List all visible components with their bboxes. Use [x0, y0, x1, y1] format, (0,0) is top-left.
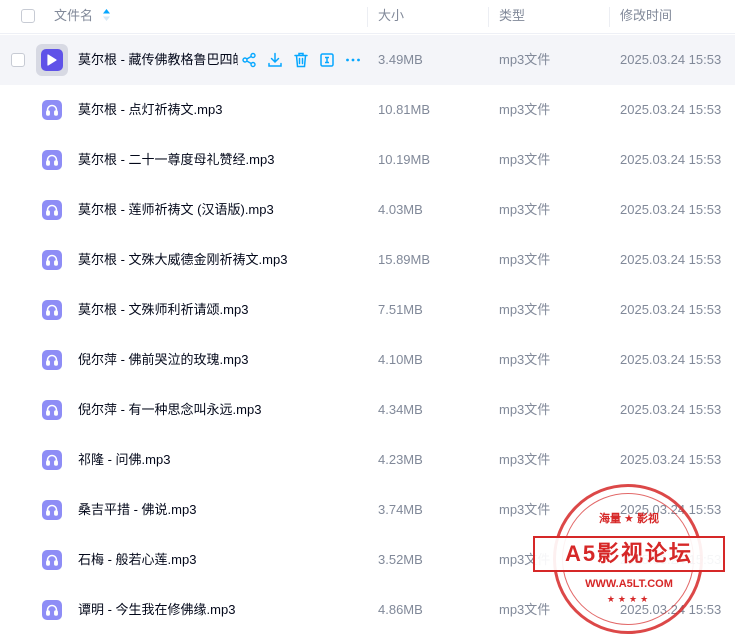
column-header-type[interactable]: 类型	[499, 0, 525, 34]
details-icon[interactable]	[318, 51, 336, 69]
file-size: 10.81MB	[378, 102, 431, 117]
file-type: mp3文件	[499, 552, 551, 567]
download-icon[interactable]	[266, 51, 284, 69]
file-name[interactable]: 莫尔根 - 莲师祈祷文 (汉语版).mp3	[78, 185, 274, 235]
share-icon[interactable]	[240, 51, 258, 69]
file-name[interactable]: 莫尔根 - 点灯祈祷文.mp3	[78, 85, 222, 135]
column-divider[interactable]	[609, 7, 610, 27]
file-modified-time: 2025.03.24 15:53	[620, 252, 722, 267]
file-row[interactable]: 倪尔萍 - 有一种思念叫永远.mp3 4.34MB mp3文件 2025.03.…	[0, 385, 735, 435]
audio-file-icon	[42, 400, 62, 420]
file-size: 3.74MB	[378, 502, 423, 517]
file-name[interactable]: 桑吉平措 - 佛说.mp3	[78, 485, 196, 535]
column-divider[interactable]	[488, 7, 489, 27]
audio-file-icon	[42, 450, 62, 470]
file-type: mp3文件	[499, 52, 551, 67]
file-name[interactable]: 倪尔萍 - 佛前哭泣的玫瑰.mp3	[78, 335, 248, 385]
file-size: 15.89MB	[378, 252, 431, 267]
column-header-size[interactable]: 大小	[378, 0, 404, 34]
file-row[interactable]: 祁隆 - 问佛.mp3 4.23MB mp3文件 2025.03.24 15:5…	[0, 435, 735, 485]
column-header-name[interactable]: 文件名	[54, 0, 110, 34]
file-list-header: 文件名 大小 类型 修改时间	[0, 0, 735, 34]
file-type: mp3文件	[499, 402, 551, 417]
file-size: 4.34MB	[378, 402, 423, 417]
file-name[interactable]: 莫尔根 - 文殊大威德金刚祈祷文.mp3	[78, 235, 287, 285]
file-type: mp3文件	[499, 602, 551, 617]
audio-file-icon	[42, 100, 62, 120]
audio-file-icon	[42, 350, 62, 370]
file-size: 3.52MB	[378, 552, 423, 567]
select-all-checkbox[interactable]	[21, 9, 35, 23]
file-row[interactable]: 倪尔萍 - 佛前哭泣的玫瑰.mp3 4.10MB mp3文件 2025.03.2…	[0, 335, 735, 385]
file-size: 10.19MB	[378, 152, 431, 167]
file-size: 3.49MB	[378, 52, 423, 67]
file-type: mp3文件	[499, 252, 551, 267]
file-row[interactable]: 桑吉平措 - 佛说.mp3 3.74MB mp3文件 2025.03.24 15…	[0, 485, 735, 535]
file-type: mp3文件	[499, 502, 551, 517]
file-type: mp3文件	[499, 152, 551, 167]
file-name[interactable]: 莫尔根 - 文殊师利祈请颂.mp3	[78, 285, 248, 335]
file-size: 4.86MB	[378, 602, 423, 617]
file-modified-time: 2025.03.24 15:53	[620, 452, 722, 467]
file-size: 4.03MB	[378, 202, 423, 217]
row-checkbox[interactable]	[11, 53, 25, 67]
file-row[interactable]: 莫尔根 - 文殊师利祈请颂.mp3 7.51MB mp3文件 2025.03.2…	[0, 285, 735, 335]
file-modified-time: 2025.03.24 15:53	[620, 52, 722, 67]
file-modified-time: 2025.03.24 15:53	[620, 402, 722, 417]
file-modified-time: 2025.03.24 15:53	[620, 202, 722, 217]
file-row[interactable]: 谭明 - 今生我在修佛缘.mp3 4.86MB mp3文件 2025.03.24…	[0, 585, 735, 635]
file-modified-time: 2025.03.24 15:53	[620, 602, 722, 617]
file-modified-time: 2025.03.24 15:53	[620, 552, 722, 567]
file-type: mp3文件	[499, 102, 551, 117]
audio-file-icon	[42, 600, 62, 620]
audio-file-icon	[42, 550, 62, 570]
file-name[interactable]: 莫尔根 - 藏传佛教格鲁巴四皈依	[78, 35, 238, 85]
file-modified-time: 2025.03.24 15:53	[620, 502, 722, 517]
audio-file-icon	[42, 250, 62, 270]
column-divider[interactable]	[367, 7, 368, 27]
audio-file-icon	[42, 200, 62, 220]
file-size: 7.51MB	[378, 302, 423, 317]
more-icon[interactable]	[344, 51, 362, 69]
file-type: mp3文件	[499, 202, 551, 217]
file-row[interactable]: 莫尔根 - 点灯祈祷文.mp3 10.81MB mp3文件 2025.03.24…	[0, 85, 735, 135]
file-row[interactable]: 莫尔根 - 二十一尊度母礼赞经.mp3 10.19MB mp3文件 2025.0…	[0, 135, 735, 185]
file-name[interactable]: 石梅 - 般若心莲.mp3	[78, 535, 196, 585]
file-modified-time: 2025.03.24 15:53	[620, 302, 722, 317]
file-size: 4.10MB	[378, 352, 423, 367]
delete-icon[interactable]	[292, 51, 310, 69]
file-modified-time: 2025.03.24 15:53	[620, 152, 722, 167]
audio-file-icon	[42, 150, 62, 170]
file-type: mp3文件	[499, 302, 551, 317]
audio-file-icon	[42, 300, 62, 320]
file-name[interactable]: 倪尔萍 - 有一种思念叫永远.mp3	[78, 385, 261, 435]
sort-arrows-icon[interactable]	[102, 1, 110, 33]
audio-file-icon	[42, 500, 62, 520]
video-play-icon	[36, 44, 68, 76]
column-header-name-label: 文件名	[54, 8, 94, 23]
file-name[interactable]: 谭明 - 今生我在修佛缘.mp3	[78, 585, 235, 635]
file-type: mp3文件	[499, 352, 551, 367]
file-name[interactable]: 莫尔根 - 二十一尊度母礼赞经.mp3	[78, 135, 274, 185]
file-row[interactable]: 莫尔根 - 莲师祈祷文 (汉语版).mp3 4.03MB mp3文件 2025.…	[0, 185, 735, 235]
file-size: 4.23MB	[378, 452, 423, 467]
file-row[interactable]: 莫尔根 - 文殊大威德金刚祈祷文.mp3 15.89MB mp3文件 2025.…	[0, 235, 735, 285]
file-row[interactable]: 石梅 - 般若心莲.mp3 3.52MB mp3文件 2025.03.24 15…	[0, 535, 735, 585]
file-modified-time: 2025.03.24 15:53	[620, 352, 722, 367]
file-row[interactable]: 莫尔根 - 藏传佛教格鲁巴四皈依	[0, 35, 735, 85]
file-type: mp3文件	[499, 452, 551, 467]
column-header-modified-time[interactable]: 修改时间	[620, 0, 672, 34]
file-name[interactable]: 祁隆 - 问佛.mp3	[78, 435, 170, 485]
file-modified-time: 2025.03.24 15:53	[620, 102, 722, 117]
